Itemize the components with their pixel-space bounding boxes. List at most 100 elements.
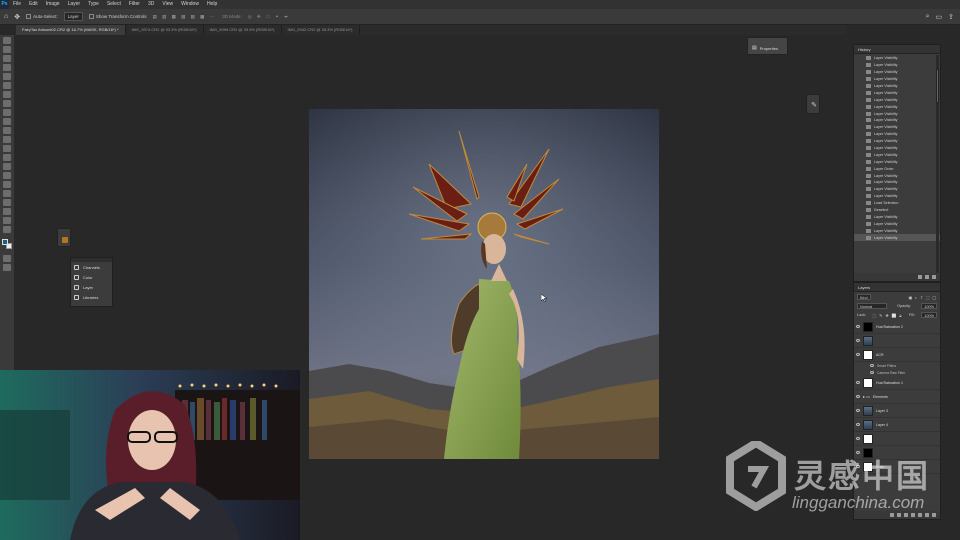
foreground-color-swatch[interactable] — [2, 239, 8, 245]
history-state[interactable]: Layer Visibility — [854, 124, 940, 131]
layer-row[interactable]: Hue/Saturation 1 — [854, 376, 940, 390]
layer-row[interactable]: Layer 4 — [854, 418, 940, 432]
frame-tool-icon[interactable] — [3, 82, 11, 89]
tab-document-2[interactable]: IMG_9374.CR2 @ 33.3% (RGB/16*) — [126, 25, 204, 35]
move-tool-icon[interactable]: ✥ — [14, 13, 20, 21]
history-state[interactable]: Layer Visibility — [854, 55, 940, 62]
menu-window[interactable]: Window — [177, 0, 203, 9]
visibility-eye-icon[interactable] — [856, 395, 860, 398]
panel-layer[interactable]: Layer — [71, 282, 112, 292]
history-state[interactable]: Layer Visibility — [854, 76, 940, 83]
collapsed-panel-tool[interactable]: ✎ — [806, 94, 820, 114]
history-state[interactable]: Layer Visibility — [854, 69, 940, 76]
menu-type[interactable]: Type — [84, 0, 103, 9]
trash-icon[interactable] — [932, 275, 936, 279]
history-state[interactable]: Layer Visibility — [854, 172, 940, 179]
history-state[interactable]: Layer Visibility — [854, 151, 940, 158]
marquee-tool-icon[interactable] — [3, 46, 11, 53]
shape-tool-icon[interactable] — [3, 199, 11, 206]
quick-mask-icon[interactable] — [3, 255, 11, 262]
menu-edit[interactable]: Edit — [25, 0, 42, 9]
layer-row[interactable]: ACR — [854, 348, 940, 362]
history-state[interactable]: Layer Visibility — [854, 234, 940, 242]
menu-help[interactable]: Help — [203, 0, 221, 9]
panel-channels[interactable]: Channels — [71, 262, 112, 272]
properties-panel-button[interactable]: ▤ Properties — [747, 37, 788, 55]
clone-stamp-tool-icon[interactable] — [3, 118, 11, 125]
path-select-tool-icon[interactable] — [3, 190, 11, 197]
blur-tool-icon[interactable] — [3, 154, 11, 161]
visibility-eye-icon[interactable] — [870, 371, 874, 374]
history-panel-title[interactable]: History — [854, 45, 940, 54]
layers-panel-title[interactable]: Layers — [854, 283, 940, 292]
visibility-eye-icon[interactable] — [856, 423, 860, 426]
home-icon[interactable]: ⌂ — [4, 13, 8, 20]
panel-color[interactable]: Color — [71, 272, 112, 282]
folder-icon[interactable]: ▸ ▭ — [863, 394, 870, 399]
zoom-tool-icon[interactable] — [3, 217, 11, 224]
history-state[interactable]: Layer Visibility — [854, 103, 940, 110]
history-scrollbar[interactable] — [936, 55, 939, 275]
history-state[interactable]: Layer Visibility — [854, 96, 940, 103]
tab-document-3[interactable]: IMG_9399.CR2 @ 33.3% (RGB/16*) — [204, 25, 282, 35]
history-state[interactable]: Layer Visibility — [854, 179, 940, 186]
menu-image[interactable]: Image — [42, 0, 64, 9]
blend-mode-dropdown[interactable]: Normal — [857, 303, 887, 309]
visibility-eye-icon[interactable] — [870, 364, 874, 367]
menu-file[interactable]: File — [9, 0, 25, 9]
move-tool-icon[interactable] — [3, 37, 11, 44]
history-state[interactable]: Layer Visibility — [854, 158, 940, 165]
tab-document-4[interactable]: IMG_9342.CR2 @ 33.3% (RGB/16*) — [282, 25, 360, 35]
opacity-field[interactable]: 100% — [921, 303, 937, 309]
history-state[interactable]: Layer Order — [854, 165, 940, 172]
hand-tool-icon[interactable] — [3, 208, 11, 215]
workspace-icon[interactable]: ▭ — [936, 13, 943, 21]
show-transform-checkbox[interactable]: Show Transform Controls — [88, 14, 147, 20]
type-tool-icon[interactable] — [3, 181, 11, 188]
new-document-from-state-icon[interactable] — [918, 275, 922, 279]
history-state[interactable]: Layer Visibility — [854, 213, 940, 220]
color-swatches[interactable] — [2, 239, 12, 249]
history-state[interactable]: Layer Visibility — [854, 193, 940, 200]
gradient-tool-icon[interactable] — [3, 145, 11, 152]
history-scroll-thumb[interactable] — [936, 69, 939, 103]
history-state[interactable]: Layer Visibility — [854, 89, 940, 96]
snapshot-icon[interactable] — [925, 275, 929, 279]
layer-row[interactable]: Hue/Saturation 2 — [854, 320, 940, 334]
align-icons[interactable]: ▤ ▥ ▦ ▧ ▨ ▩ ⋯ — [153, 14, 217, 20]
auto-select-checkbox[interactable]: Auto-Select: — [26, 14, 58, 20]
screen-mode-icon[interactable] — [3, 264, 11, 271]
layer-group-row[interactable]: ▸ ▭ Elements — [854, 390, 940, 404]
menu-filter[interactable]: Filter — [125, 0, 144, 9]
mode-3d-icons[interactable]: ◎ ✥ ⬡ ✦ ⬌ — [248, 14, 290, 20]
layer-row[interactable] — [854, 334, 940, 348]
dodge-tool-icon[interactable] — [3, 163, 11, 170]
lock-icons[interactable]: ⬚ ✎ ✥ ⬜ 🔒︎ — [873, 313, 903, 318]
healing-tool-icon[interactable] — [3, 100, 11, 107]
collapsed-panel-adjustments[interactable] — [57, 228, 71, 247]
more-tools-icon[interactable] — [3, 226, 11, 233]
history-state[interactable]: Layer Visibility — [854, 220, 940, 227]
share-icon[interactable]: ⇪ — [948, 13, 954, 21]
tab-document-1[interactable]: FairyTaz Artwork02.CR2 @ 16.7% (MASK, RG… — [16, 25, 126, 35]
visibility-eye-icon[interactable] — [856, 409, 860, 412]
layer-sub-item[interactable]: Smart Filters — [854, 362, 940, 369]
visibility-eye-icon[interactable] — [856, 353, 860, 356]
visibility-eye-icon[interactable] — [856, 325, 860, 328]
menu-3d[interactable]: 3D — [144, 0, 158, 9]
brush-tool-icon[interactable] — [3, 109, 11, 116]
layer-row[interactable]: Layer 3 — [854, 404, 940, 418]
history-state[interactable]: Layer Visibility — [854, 83, 940, 90]
menu-select[interactable]: Select — [103, 0, 125, 9]
visibility-eye-icon[interactable] — [856, 381, 860, 384]
visibility-eye-icon[interactable] — [856, 339, 860, 342]
search-icon[interactable]: ⌕ — [926, 13, 930, 21]
eraser-tool-icon[interactable] — [3, 136, 11, 143]
menu-layer[interactable]: Layer — [64, 0, 85, 9]
eyedropper-tool-icon[interactable] — [3, 91, 11, 98]
photoshop-logo[interactable]: Ps — [0, 0, 9, 9]
quick-select-tool-icon[interactable] — [3, 64, 11, 71]
filter-icons[interactable]: ▣ ◐ T ⬚ ▢ — [909, 295, 937, 300]
history-state[interactable]: Deselect — [854, 207, 940, 214]
crop-tool-icon[interactable] — [3, 73, 11, 80]
